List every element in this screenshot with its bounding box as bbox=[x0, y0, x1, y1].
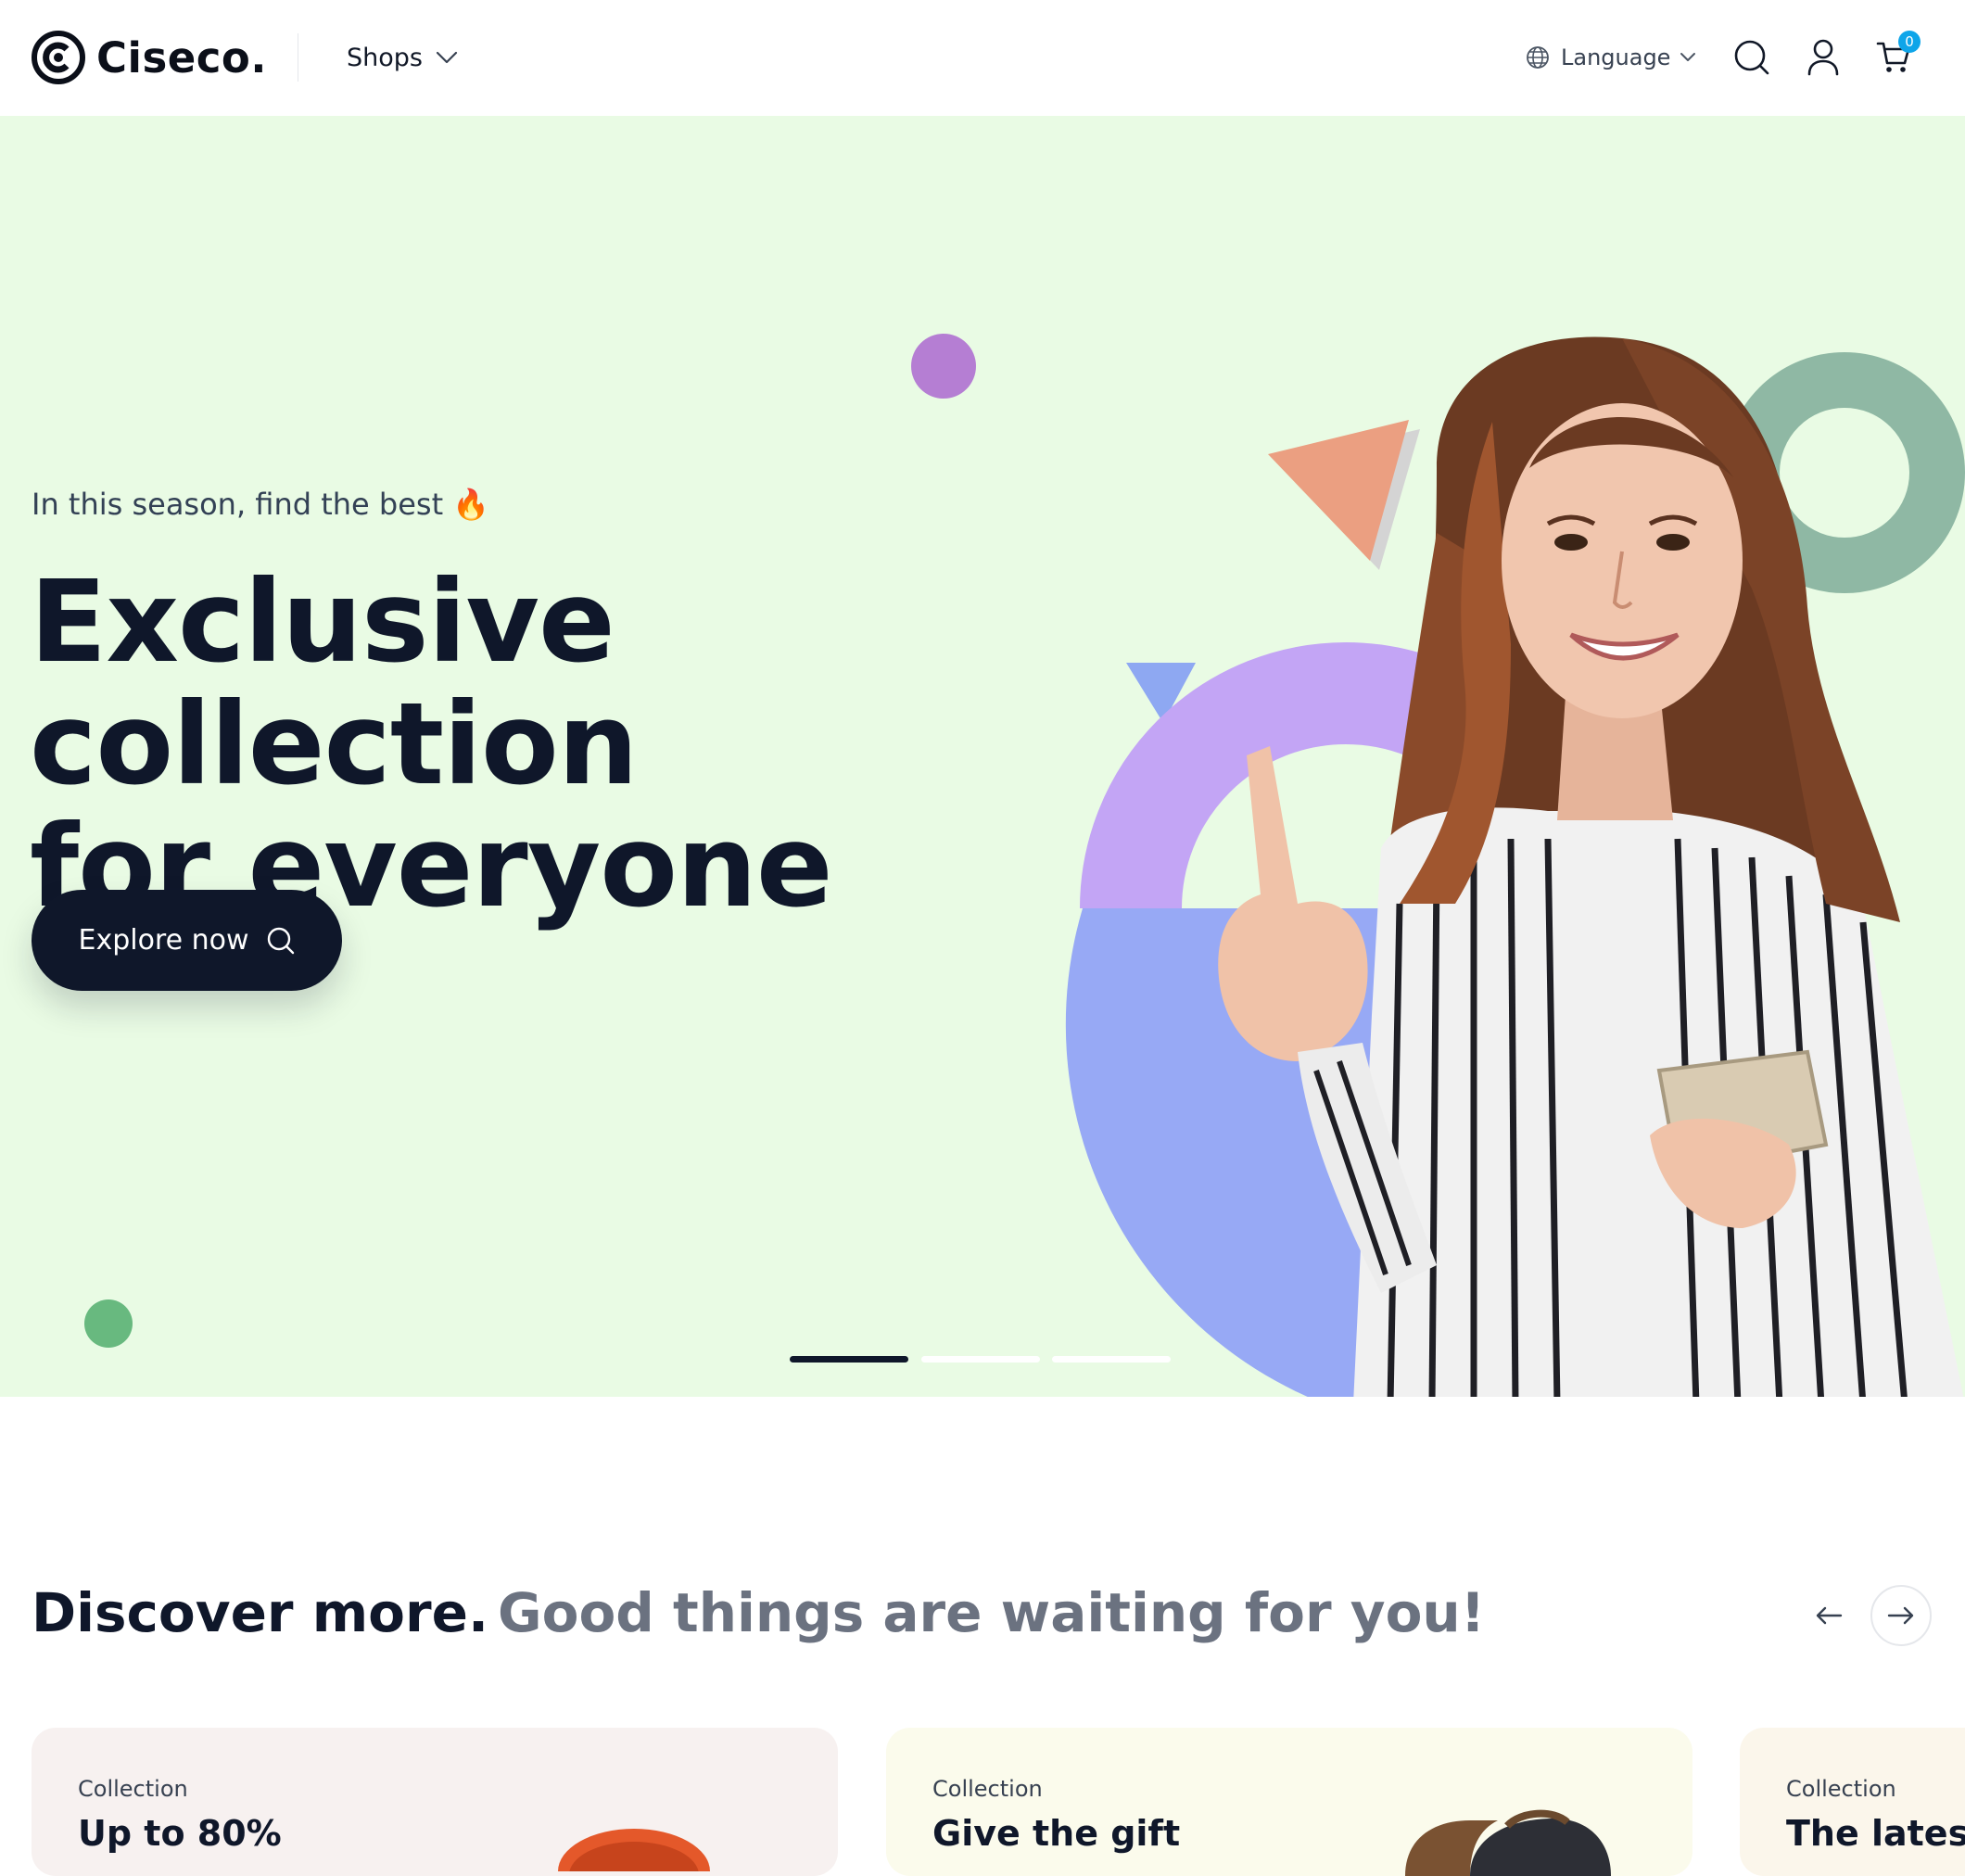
search-icon bbox=[1734, 40, 1769, 75]
collection-card[interactable]: Collection Give the gift bbox=[886, 1728, 1692, 1876]
decorative-dot-green bbox=[84, 1299, 133, 1348]
hero-title: Exclusive collection for everyone bbox=[30, 561, 1142, 928]
arrow-left-icon bbox=[1816, 1606, 1843, 1625]
card-label: Collection bbox=[1786, 1776, 1896, 1802]
card-title: Up to 80% bbox=[78, 1813, 282, 1854]
explore-now-label: Explore now bbox=[78, 924, 249, 957]
cart-count-badge: 0 bbox=[1898, 31, 1921, 53]
shops-label: Shops bbox=[347, 43, 423, 72]
site-header: Ciseco. Shops Language 0 bbox=[0, 0, 1965, 117]
hero-subtitle: In this season, find the best 🔥 bbox=[32, 487, 490, 522]
arrow-right-icon bbox=[1887, 1606, 1914, 1625]
hero-title-line: Exclusive collection bbox=[30, 556, 639, 810]
search-button[interactable] bbox=[1726, 32, 1778, 83]
card-label: Collection bbox=[78, 1776, 188, 1802]
card-product-image bbox=[558, 1829, 710, 1871]
explore-now-button[interactable]: Explore now bbox=[32, 890, 342, 991]
user-icon bbox=[1807, 39, 1839, 76]
slide-indicator-2[interactable] bbox=[921, 1356, 1040, 1363]
logo-mark-icon bbox=[32, 31, 85, 84]
hero-slider: In this season, find the best 🔥 Exclusiv… bbox=[0, 116, 1965, 1397]
chevron-down-icon bbox=[1680, 53, 1696, 61]
section-heading-sub: Good things are waiting for you! bbox=[497, 1581, 1486, 1644]
language-selector[interactable]: Language bbox=[1526, 39, 1696, 76]
brand-logo[interactable]: Ciseco. bbox=[32, 30, 267, 85]
carousel-prev-button[interactable] bbox=[1800, 1587, 1857, 1644]
card-label: Collection bbox=[932, 1776, 1043, 1802]
shops-menu[interactable]: Shops bbox=[347, 37, 458, 78]
card-product-image bbox=[1405, 1809, 1611, 1876]
collection-card[interactable]: Collection Up to 80% bbox=[32, 1728, 838, 1876]
collection-card[interactable]: Collection The latest bbox=[1740, 1728, 1965, 1876]
card-title: The latest bbox=[1786, 1813, 1965, 1854]
globe-icon bbox=[1527, 46, 1549, 69]
slide-indicator-3[interactable] bbox=[1052, 1356, 1171, 1363]
section-heading-main: Discover more. bbox=[32, 1581, 488, 1644]
decorative-dot-purple bbox=[911, 334, 976, 399]
account-button[interactable] bbox=[1797, 32, 1849, 83]
language-label: Language bbox=[1561, 44, 1671, 70]
card-title: Give the gift bbox=[932, 1813, 1181, 1854]
brand-name: Ciseco. bbox=[96, 32, 267, 82]
hero-model-image bbox=[1218, 336, 1964, 1397]
search-icon bbox=[267, 927, 294, 954]
chevron-down-icon bbox=[436, 51, 458, 64]
carousel-next-button[interactable] bbox=[1870, 1585, 1932, 1646]
section-heading: Discover more. Good things are waiting fo… bbox=[32, 1581, 1485, 1644]
slide-indicator-1[interactable] bbox=[790, 1356, 908, 1363]
